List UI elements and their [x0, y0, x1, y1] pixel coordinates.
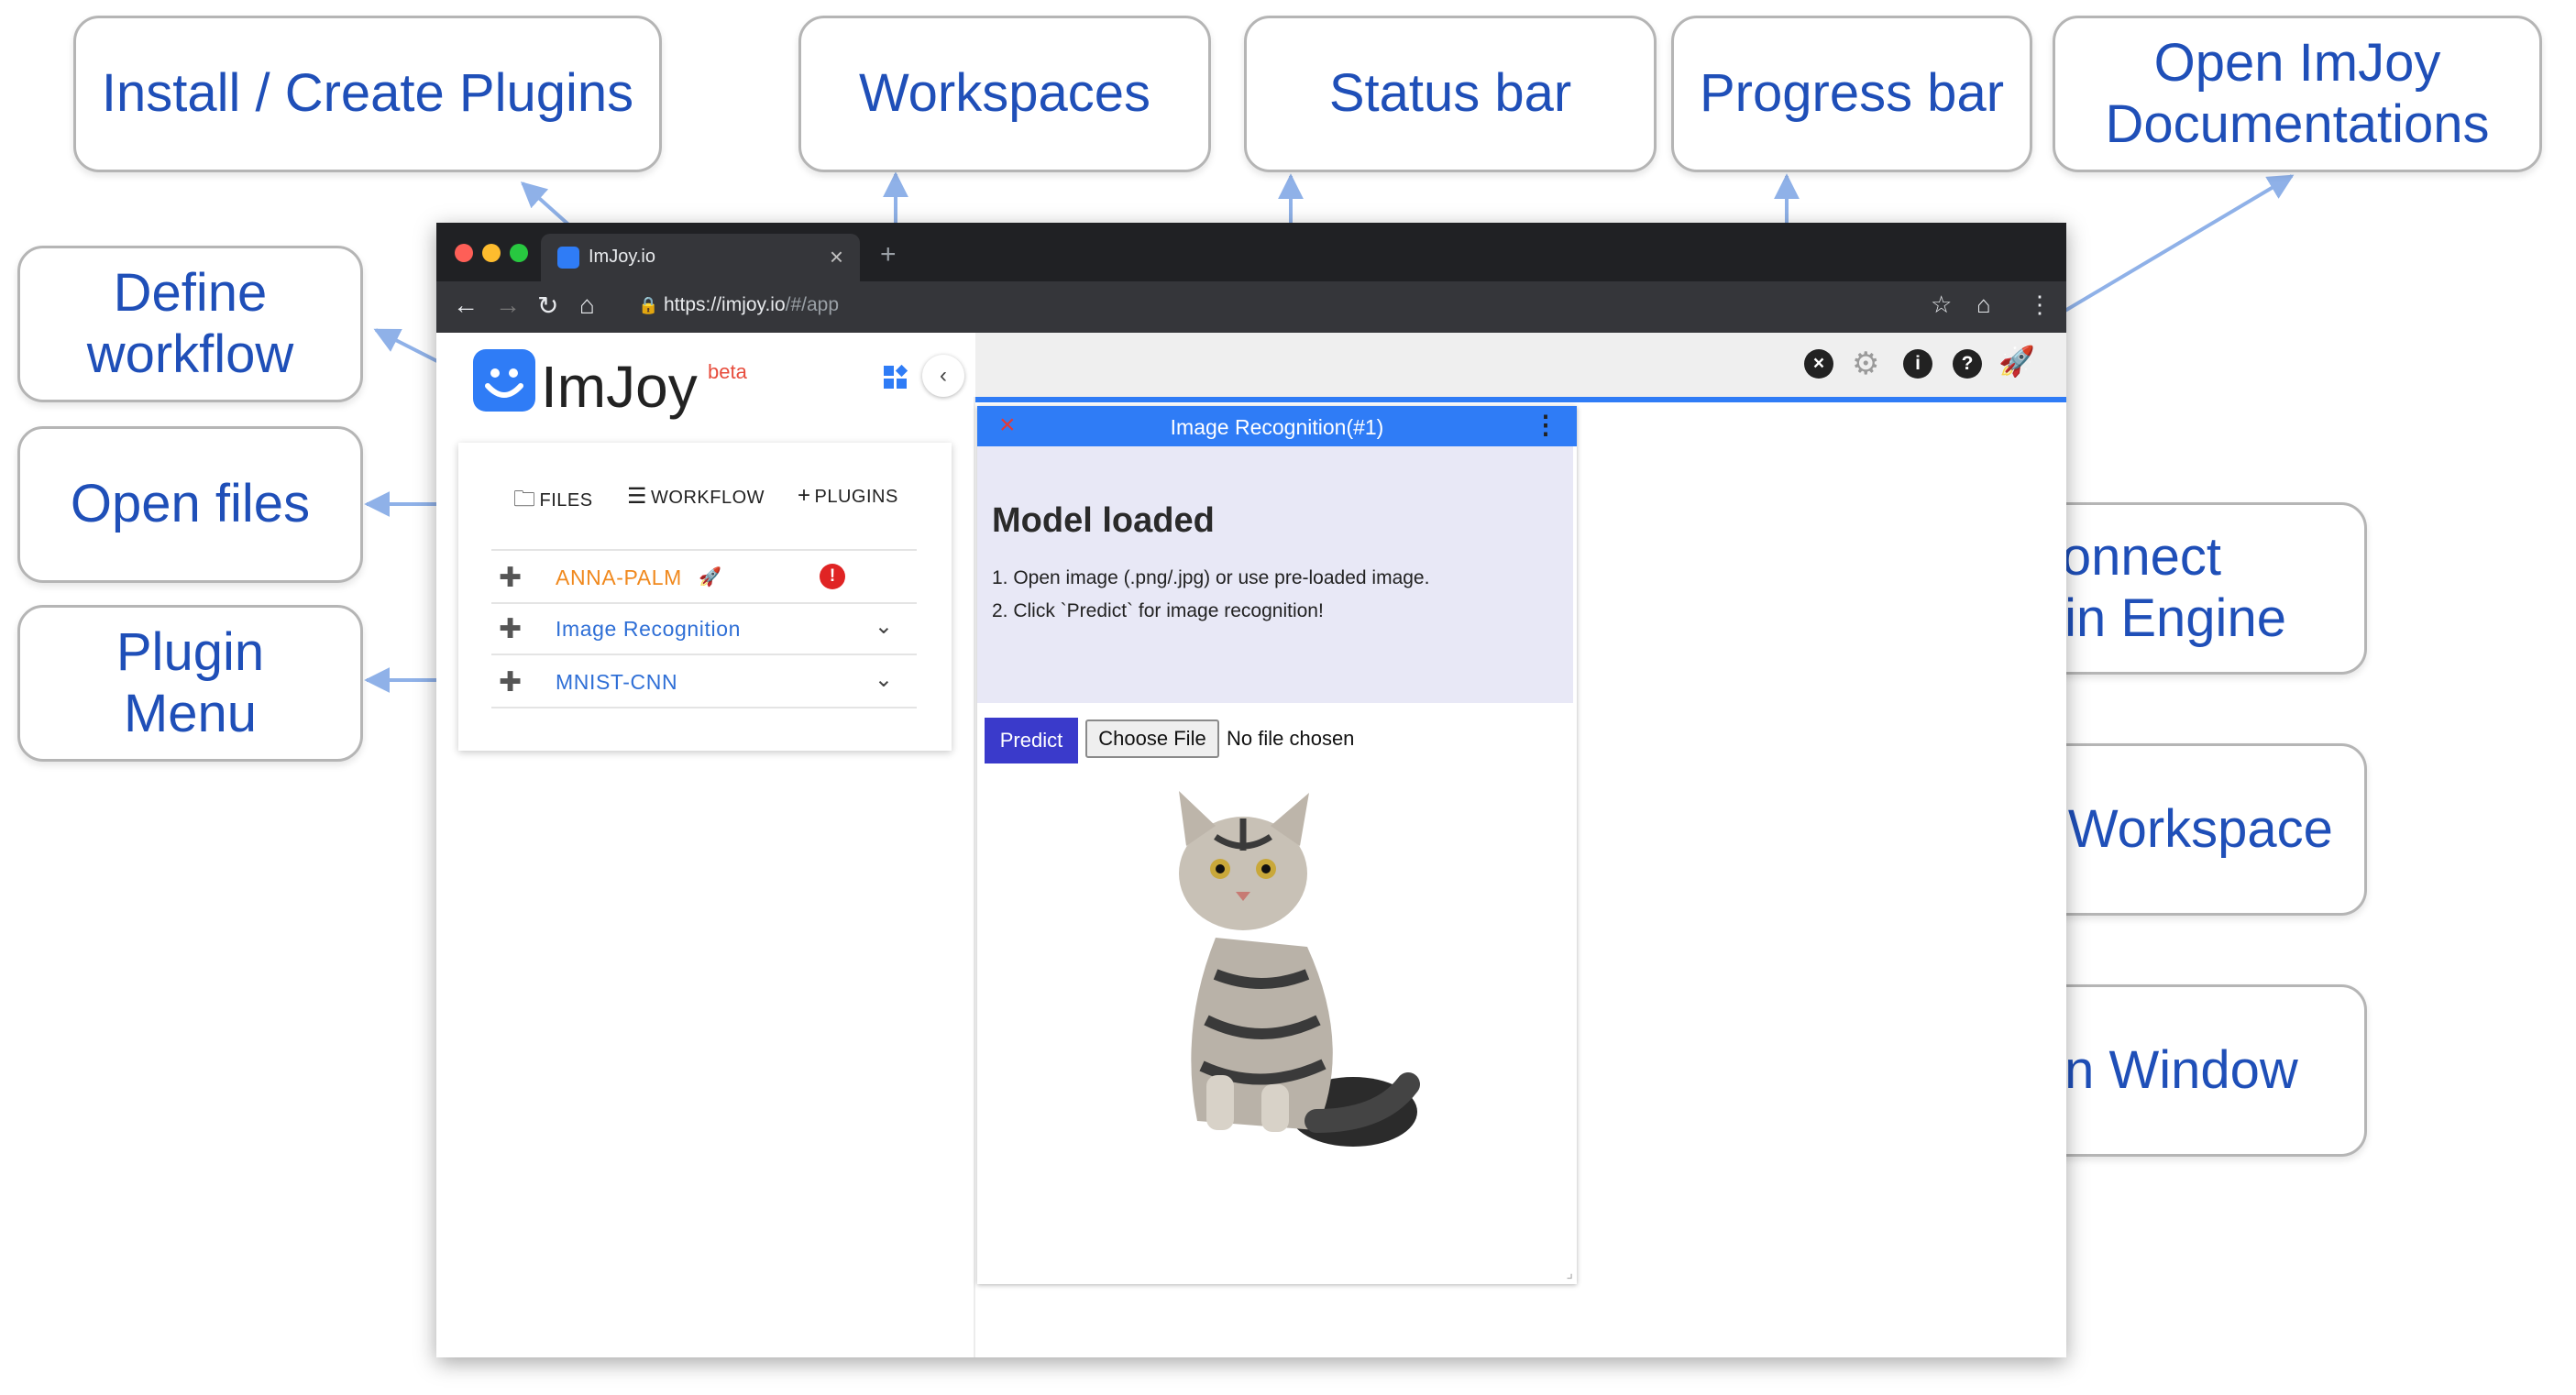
plugin-menu: 🗀 FILES ☰ WORKFLOW + PLUGINS ✚ ANNA-PALM 🚀 … — [458, 443, 952, 751]
choose-file-button[interactable]: Choose File — [1085, 719, 1219, 758]
back-icon[interactable]: ← — [453, 291, 479, 320]
address-bar: ← → ↻ ⌂ 🔒 https://imjoy.io/#/app ☆ ⌂ ⋮ — [436, 281, 2066, 333]
resize-handle-icon[interactable]: ⌟ — [1567, 1264, 1574, 1282]
callout-define-workflow: Define workflow — [17, 246, 363, 402]
close-all-icon[interactable]: × — [1804, 349, 1833, 379]
gear-icon[interactable]: ⚙ — [1852, 346, 1879, 382]
lock-icon: 🔒 — [638, 296, 659, 314]
progress-bar — [975, 397, 2066, 402]
plugin-window-title: Image Recognition(#1) — [1170, 415, 1384, 439]
url-path: /#/app — [785, 294, 840, 315]
close-window-button[interactable] — [455, 244, 473, 262]
imjoy-app: ImJoy beta ‹ × ⚙ i ? 🚀 🗀 FILES ☰ WORKFLOW … — [436, 333, 2066, 1357]
plugin-window: × Image Recognition(#1) ⋮ Model loaded 1… — [977, 406, 1577, 1284]
info-icon[interactable]: i — [1903, 349, 1932, 379]
chevron-down-icon[interactable]: ⌄ — [875, 613, 893, 640]
help-icon[interactable]: ? — [1953, 349, 1982, 379]
url-text: https://imjoy.io/#/app — [664, 294, 839, 316]
plugin-name: MNIST-CNN — [556, 670, 678, 694]
file-status: No file chosen — [1227, 727, 1355, 750]
beta-badge: beta — [708, 360, 747, 383]
plugin-item-mnist-cnn[interactable]: ✚ MNIST-CNN ⌄ — [491, 655, 917, 708]
plus-icon: + — [798, 483, 811, 508]
plugin-item-image-recognition[interactable]: ✚ Image Recognition ⌄ — [491, 602, 917, 655]
workspaces-icon[interactable] — [884, 364, 908, 390]
folder-icon: 🗀 — [513, 487, 536, 511]
puzzle-icon: ✚ — [499, 667, 523, 698]
url-host: https://imjoy.io — [664, 294, 786, 315]
browser-tab[interactable]: ImJoy.io × — [541, 234, 860, 281]
model-status-heading: Model loaded — [992, 501, 1215, 540]
rocket-icon: 🚀 — [699, 567, 722, 588]
callout-plugin-menu: Plugin Menu — [17, 605, 363, 762]
minimize-window-button[interactable] — [482, 244, 501, 262]
reload-icon[interactable]: ↻ — [537, 291, 558, 321]
workflow-label: WORKFLOW — [651, 488, 765, 508]
imjoy-logo-text: ImJoy — [541, 354, 698, 420]
files-button[interactable]: 🗀 FILES — [513, 483, 593, 521]
callout-status-bar: Status bar — [1244, 16, 1657, 172]
home-icon[interactable]: ⌂ — [579, 291, 595, 320]
predict-button[interactable]: Predict — [985, 718, 1078, 763]
bookmark-star-icon[interactable]: ☆ — [1931, 291, 1952, 319]
sidebar-divider — [974, 397, 975, 1357]
plugin-name: ANNA-PALM — [556, 566, 682, 589]
plugins-button[interactable]: + PLUGINS — [798, 483, 898, 509]
incognito-icon[interactable]: ⌂ — [1976, 291, 1991, 319]
callout-progress-bar: Progress bar — [1671, 16, 2032, 172]
forward-icon[interactable]: → — [495, 291, 521, 320]
tab-title: ImJoy.io — [589, 247, 655, 267]
callout-open-files: Open files — [17, 426, 363, 583]
puzzle-icon: ✚ — [499, 614, 523, 644]
list-icon: ☰ — [627, 484, 648, 509]
puzzle-icon: ✚ — [499, 563, 523, 593]
new-tab-icon[interactable]: + — [880, 239, 897, 270]
callout-open-docs: Open ImJoy Documentations — [2053, 16, 2542, 172]
imjoy-favicon-icon — [557, 247, 579, 269]
plugin-window-header[interactable]: × Image Recognition(#1) ⋮ — [977, 406, 1577, 446]
more-menu-icon[interactable]: ⋮ — [1533, 410, 1558, 440]
collapse-sidebar-button[interactable]: ‹ — [922, 355, 964, 397]
callout-workspaces: Workspaces — [798, 16, 1211, 172]
imjoy-logo-icon — [473, 349, 535, 412]
workflow-button[interactable]: ☰ WORKFLOW — [627, 483, 765, 510]
plugin-item-anna-palm[interactable]: ✚ ANNA-PALM 🚀 ! — [491, 549, 917, 604]
cat-image — [1179, 791, 1420, 1147]
chevron-down-icon[interactable]: ⌄ — [875, 666, 893, 693]
instruction-step-2: 2. Click `Predict` for image recognition… — [992, 600, 1324, 621]
browser-window: ImJoy.io × + ← → ↻ ⌂ 🔒 https://imjoy.io/… — [436, 223, 2066, 1357]
maximize-window-button[interactable] — [510, 244, 528, 262]
plugins-label: PLUGINS — [814, 487, 898, 507]
plugin-name: Image Recognition — [556, 617, 741, 641]
plugin-info-panel: Model loaded 1. Open image (.png/.jpg) o… — [977, 446, 1573, 703]
close-tab-icon[interactable]: × — [830, 243, 843, 271]
rocket-icon[interactable]: 🚀 — [1998, 344, 2035, 379]
callout-install-plugins: Install / Create Plugins — [73, 16, 662, 172]
error-icon[interactable]: ! — [820, 564, 845, 589]
browser-menu-icon[interactable]: ⋮ — [2028, 291, 2052, 319]
files-label: FILES — [539, 490, 593, 511]
browser-titlebar: ImJoy.io × + — [436, 223, 2066, 281]
instruction-step-1: 1. Open image (.png/.jpg) or use pre-loa… — [992, 567, 1430, 588]
